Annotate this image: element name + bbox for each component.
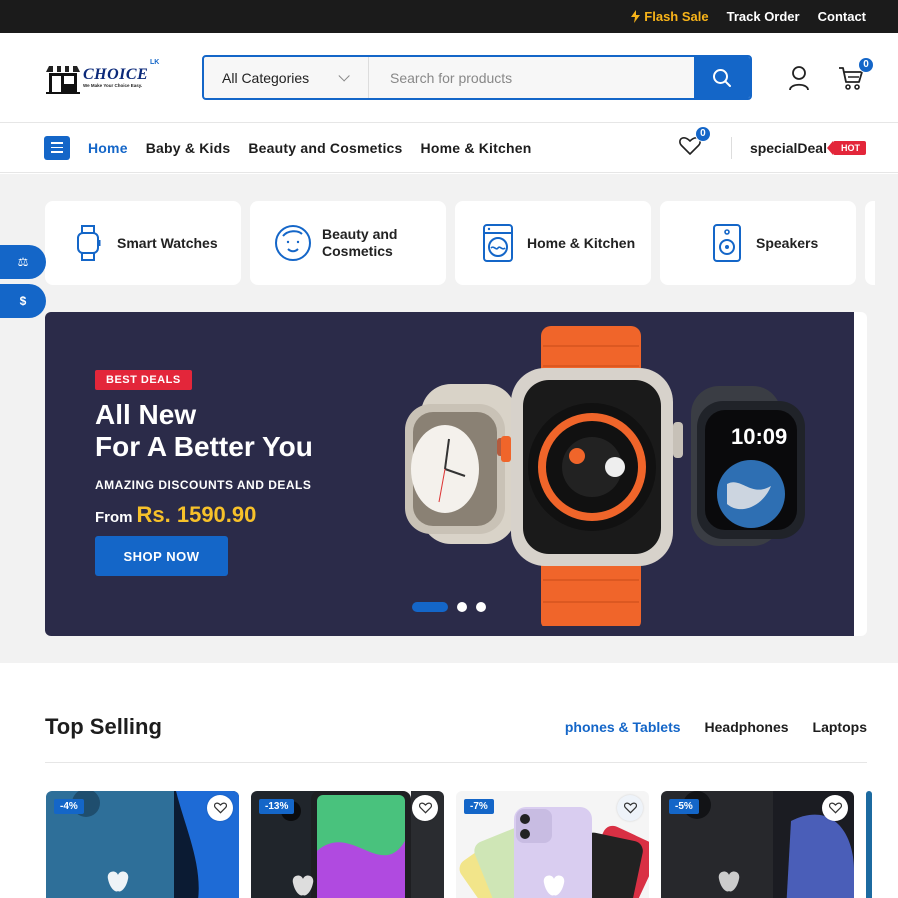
category-card-home-kitchen[interactable]: Home & Kitchen [455,201,651,285]
smartwatches-image: 10:09 [405,326,805,626]
product-card[interactable]: -4% [46,791,239,898]
washing-machine-icon [479,224,517,262]
logo-suffix: LK [150,58,160,66]
wishlist-count-badge: 0 [694,125,711,142]
logo[interactable]: CHOICE We Make Your Choice Easy. LK [46,58,164,98]
category-select-value: All Categories [222,69,310,86]
price-prefix: From [95,509,133,526]
heart-icon [623,802,637,814]
logo-tagline: We Make Your Choice Easy. [83,83,143,88]
banner-heading: All New For A Better You [95,399,313,463]
search-input[interactable] [369,57,694,98]
product-grid: -4% -13% -7% -5% [46,791,872,898]
product-card[interactable]: -13% [251,791,444,898]
main-nav: Home Baby & Kids Beauty and Cosmetics Ho… [0,123,898,173]
heart-icon [213,802,227,814]
carousel-dot-1[interactable] [412,602,448,612]
wishlist-heart-button[interactable] [822,795,848,821]
section-divider [45,762,867,763]
menu-button[interactable] [44,135,70,160]
discount-badge: -13% [259,799,295,814]
product-card[interactable]: -7% [456,791,649,898]
tab-phones-tablets[interactable]: phones & Tablets [565,719,681,735]
category-label: Home & Kitchen [527,235,636,251]
banner-heading-line2: For A Better You [95,431,313,462]
category-card-next[interactable] [865,201,875,285]
hamburger-icon [51,142,63,144]
special-deal-label: specialDeal [749,139,827,156]
shop-now-button[interactable]: SHOP NOW [95,536,228,576]
nav-link-beauty-cosmetics[interactable]: Beauty and Cosmetics [248,140,402,156]
flash-sale-label: Flash Sale [644,9,709,24]
watch-icon [69,224,107,262]
account-button[interactable] [784,63,814,93]
section-title: Top Selling [45,714,162,739]
category-card-smart-watches[interactable]: Smart Watches [45,201,241,285]
currency-tab[interactable]: $ [0,284,46,318]
heart-icon [418,802,432,814]
hero-banner: BEST DEALS All New For A Better You AMAZ… [45,312,854,636]
wishlist-heart-button[interactable] [412,795,438,821]
header: CHOICE We Make Your Choice Easy. LK All … [0,33,898,123]
next-banner-peek [854,312,867,636]
face-icon [274,224,312,262]
banner-subtitle: AMAZING DISCOUNTS AND DEALS [95,478,312,492]
category-label: Smart Watches [117,235,218,251]
top-bar: Flash Sale Track Order Contact [0,0,898,33]
carousel-dot-3[interactable] [476,602,486,612]
cart-button[interactable]: 0 [836,56,874,93]
currency-icon: $ [19,294,27,308]
search-bar: All Categories [202,55,752,100]
category-card-beauty[interactable]: Beauty and Cosmetics [250,201,446,285]
category-select[interactable]: All Categories [204,57,369,98]
track-order-link[interactable]: Track Order [727,9,800,24]
compare-icon: ⚖ [17,255,29,269]
speaker-icon [708,224,746,262]
wishlist-heart-button[interactable] [207,795,233,821]
discount-badge: -4% [54,799,84,814]
search-button[interactable] [694,57,750,98]
discount-badge: -5% [669,799,699,814]
category-card-speakers[interactable]: Speakers [660,201,856,285]
discount-badge: -7% [464,799,494,814]
storefront-icon [46,65,80,94]
flash-sale-link[interactable]: Flash Sale [631,9,709,24]
user-icon [789,65,809,90]
banner-tag: BEST DEALS [95,370,192,390]
cart-count-badge: 0 [858,56,874,73]
contact-link[interactable]: Contact [818,9,866,24]
nav-divider [730,136,732,159]
tab-laptops[interactable]: Laptops [813,719,867,735]
product-card[interactable]: -5% [661,791,854,898]
banner-heading-line1: All New [95,399,197,430]
carousel-dot-2[interactable] [457,602,467,612]
tab-headphones[interactable]: Headphones [705,719,789,735]
category-strip: Smart Watches Beauty and Cosmetics Home … [45,201,875,285]
nav-link-home-kitchen[interactable]: Home & Kitchen [421,140,532,156]
compare-tab[interactable]: ⚖ [0,245,46,279]
product-card-next[interactable] [866,791,872,898]
nav-link-home[interactable]: Home [88,140,128,156]
lightning-icon [631,10,641,23]
logo-name: CHOICE [83,66,149,83]
nav-link-baby-kids[interactable]: Baby & Kids [146,140,231,156]
category-label: Speakers [756,235,819,251]
wishlist-heart-button[interactable] [617,795,643,821]
price-amount: Rs. 1590.90 [136,502,257,527]
search-icon [713,68,731,87]
top-selling-header: Top Selling phones & Tablets Headphones … [45,714,867,740]
banner-price: From Rs. 1590.90 [95,502,256,528]
chevron-down-icon [338,69,350,82]
carousel-dots [412,602,486,612]
category-label: Beauty and Cosmetics [322,226,398,259]
watch-time: 10:09 [731,424,787,449]
special-deal-link[interactable]: specialDeal HOT [750,140,866,156]
hot-badge: HOT [827,140,866,155]
heart-icon [828,802,842,814]
wishlist-button[interactable]: 0 [679,125,711,160]
